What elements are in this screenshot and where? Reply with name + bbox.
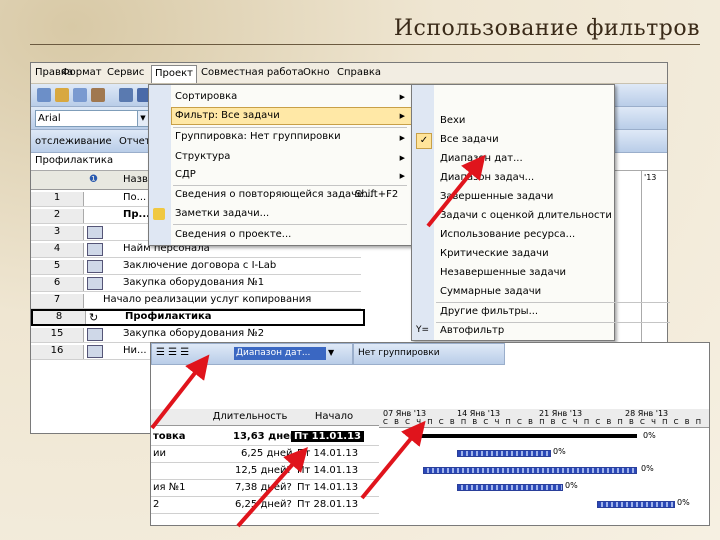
filter-toolbar: ☰ ☰ ☰ Диапазон дат... ▼: [151, 343, 353, 365]
table-row[interactable]: 15 Закупка оборудования №2: [31, 326, 361, 343]
calendar-icon: [87, 260, 103, 273]
task-bar[interactable]: [597, 501, 675, 508]
align-icons: ☰ ☰ ☰: [156, 347, 190, 358]
recurring-icon: ↻: [89, 311, 99, 324]
progress-label: 0%: [677, 498, 690, 507]
table-row-selected[interactable]: 8 ↻ Профилактика: [31, 309, 365, 326]
filter-item-summary[interactable]: Суммарные задачи: [440, 284, 541, 300]
summary-bar[interactable]: [421, 434, 637, 438]
table-row[interactable]: 12,5 дней? Пт 14.01.13: [151, 463, 379, 480]
filter-item-incomplete[interactable]: Незавершенные задачи: [440, 265, 566, 281]
title-divider: [30, 44, 700, 45]
submenu-arrow-icon: ▶: [399, 134, 405, 142]
table-row[interactable]: 2 6,25 дней? Пт 28.01.13: [151, 497, 379, 514]
menu-bar: Правка Формат Сервис Проект Совместная р…: [31, 63, 667, 84]
table-row[interactable]: 5 Заключение договора с I-Lab: [31, 258, 361, 275]
filter-item-all-tasks[interactable]: Все задачи: [440, 132, 499, 148]
name-header[interactable]: [151, 409, 212, 426]
filter-item-more-filters[interactable]: Другие фильтры...: [440, 304, 538, 320]
submenu-arrow-icon: ▶: [399, 172, 405, 180]
task-name-header[interactable]: Назв: [123, 174, 148, 185]
menu-item-group[interactable]: Группировка: Нет группировки: [175, 129, 341, 145]
menu-item-recurring-info[interactable]: Сведения о повторяющейся задаче...: [175, 187, 373, 203]
task-bar[interactable]: [423, 467, 637, 474]
submenu-arrow-icon: ▶: [399, 93, 405, 101]
calendar-icon: [87, 328, 103, 341]
calendar-icon: [87, 243, 103, 256]
table-row[interactable]: 7 Начало реализации услуг копирования: [31, 292, 361, 309]
task-bar[interactable]: [457, 484, 563, 491]
table-row[interactable]: ии 6,25 дней Пт 14.01.13: [151, 446, 379, 463]
menu-icon-strip: [412, 85, 434, 340]
submenu-arrow-icon: ▶: [399, 112, 405, 120]
filter-item-critical[interactable]: Критические задачи: [440, 246, 549, 262]
menu-separator: [173, 185, 407, 186]
calendar-icon: [87, 226, 103, 239]
menu-help[interactable]: Справка: [337, 67, 381, 78]
menu-item-wbs[interactable]: СДР: [175, 167, 196, 183]
progress-label: 0%: [641, 464, 654, 473]
undo-icon[interactable]: [119, 88, 133, 102]
duration-header[interactable]: Длительность: [211, 409, 290, 426]
table-row[interactable]: 6 Закупка оборудования №1: [31, 275, 361, 292]
menu-tools[interactable]: Сервис: [107, 67, 144, 78]
filter-item-using-resource[interactable]: Использование ресурса...: [440, 227, 575, 243]
filter-item-milestones[interactable]: Вехи: [440, 113, 465, 129]
menu-separator: [173, 224, 407, 225]
chevron-down-icon[interactable]: ▼: [328, 348, 334, 357]
calendar-icon: [87, 345, 103, 358]
chevron-down-icon[interactable]: ▼: [137, 111, 148, 126]
table-row[interactable]: ия №1 7,38 дней? Пт 14.01.13: [151, 480, 379, 497]
menu-separator: [436, 302, 670, 303]
format-painter-icon[interactable]: [91, 88, 105, 102]
filter-item-estimated-duration[interactable]: Задачи с оценкой длительности: [440, 208, 612, 224]
menu-item-outline[interactable]: Структура: [175, 149, 230, 165]
open-icon[interactable]: [55, 88, 69, 102]
start-header[interactable]: Начало: [289, 409, 380, 426]
info-icon: ❶: [89, 174, 98, 185]
project-menu: Сортировка ▶ Фильтр: Все задачи ▶ Группи…: [148, 84, 412, 246]
filter-item-completed[interactable]: Завершенные задачи: [440, 189, 553, 205]
slide-title: Использование фильтров: [393, 16, 700, 41]
filtered-view-window: ☰ ☰ ☰ Диапазон дат... ▼ Нет группировки …: [150, 342, 710, 526]
group-toolbar: Нет группировки: [353, 343, 505, 365]
progress-label: 0%: [565, 481, 578, 490]
filter-item-date-range[interactable]: Диапазон дат...: [440, 151, 523, 167]
filter-item-autofilter[interactable]: Автофильтр: [440, 323, 504, 339]
menu-item-project-info[interactable]: Сведения о проекте...: [175, 227, 291, 243]
menu-collaborate[interactable]: Совместная работа: [201, 67, 304, 78]
menu-format[interactable]: Формат: [61, 67, 102, 78]
report-label[interactable]: Отчет: [119, 136, 151, 147]
tracking-label[interactable]: отслеживание: [35, 136, 112, 147]
filter-submenu: Вехи ✓ Все задачи Диапазон дат... Диапаз…: [411, 84, 670, 341]
menu-project[interactable]: Проект: [151, 65, 198, 83]
submenu-arrow-icon: ▶: [399, 154, 405, 162]
filter-item-task-range[interactable]: Диапазон задач...: [440, 170, 534, 186]
table-row[interactable]: товка 13,63 дней? Пт 11.01.13: [151, 429, 379, 446]
menu-icon-strip: [149, 85, 171, 245]
progress-label: 0%: [643, 431, 656, 440]
task-bar[interactable]: [457, 450, 551, 457]
new-icon[interactable]: [37, 88, 51, 102]
check-icon: ✓: [416, 133, 432, 149]
menu-window[interactable]: Окно: [303, 67, 330, 78]
entry-value: Профилактика: [35, 155, 114, 166]
gantt-timescale: 07 Янв '13 14 Янв '13 21 Янв '13 28 Янв …: [379, 409, 709, 428]
filter-select[interactable]: Диапазон дат...: [234, 347, 326, 360]
notes-icon: [153, 208, 165, 220]
menu-separator: [173, 127, 407, 128]
autofilter-icon: Y=: [416, 325, 430, 335]
font-select[interactable]: Arial ▼: [35, 110, 149, 127]
save-icon[interactable]: [73, 88, 87, 102]
menu-item-task-notes[interactable]: Заметки задачи...: [175, 206, 269, 222]
menu-item-sort[interactable]: Сортировка: [175, 89, 237, 105]
progress-label: 0%: [553, 447, 566, 456]
menu-item-filter[interactable]: Фильтр: Все задачи: [171, 107, 412, 125]
group-select[interactable]: Нет группировки: [358, 348, 440, 358]
calendar-icon: [87, 277, 103, 290]
shortcut-label: Shift+F2: [355, 189, 399, 200]
